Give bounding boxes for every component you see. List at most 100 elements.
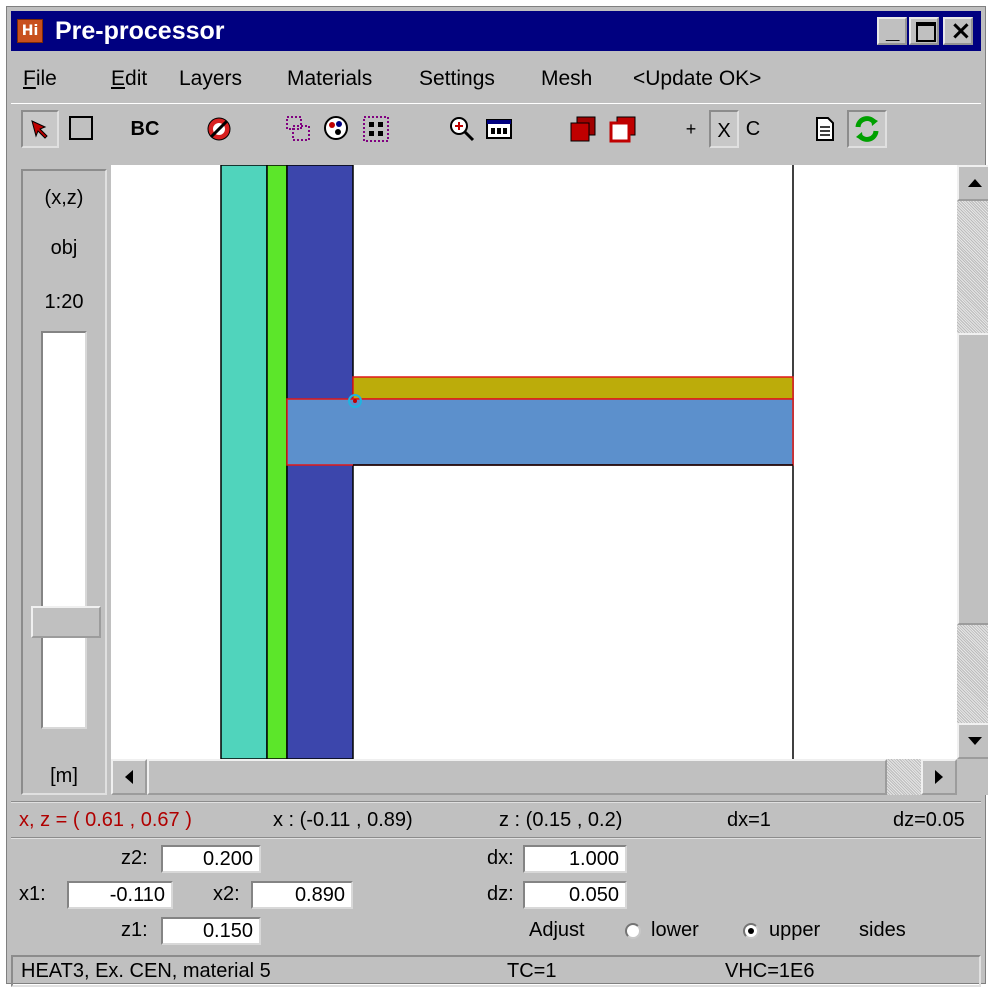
send-back-button[interactable] [605,110,641,148]
menu-edit[interactable]: Edit [111,67,147,91]
z-range: z : (0.15 , 0.2) [499,809,623,831]
select-regions-button[interactable] [281,110,315,148]
menu-file[interactable]: File [23,67,57,91]
menu-settings[interactable]: Settings [419,67,495,91]
refresh-icon [855,116,879,142]
scroll-down-button[interactable] [957,723,988,759]
z1-label: z1: [121,919,148,941]
minimize-icon: _ [886,17,900,44]
dx-field[interactable]: 1.000 [523,845,627,873]
prohibited-icon [207,117,231,141]
bc-button[interactable]: BC [121,110,169,148]
dx-value: dx=1 [727,809,771,831]
add-point-button[interactable]: + [681,110,701,148]
menu-update-ok[interactable]: <Update OK> [633,67,761,91]
scroll-left-button[interactable] [111,759,147,795]
menu-bar: File Edit Layers Materials Settings Mesh… [11,59,981,97]
toolbar: BC + X C [11,103,981,154]
arrow-left-icon [125,770,133,784]
zoom-slider-track[interactable] [41,331,87,729]
x-range: x : (-0.11 , 0.89) [273,809,413,831]
menu-file-label: ile [35,67,57,90]
coords-mode-label[interactable]: (x,z) [23,187,105,210]
view-window-button[interactable] [481,110,517,148]
no-edit-button[interactable] [201,110,237,148]
tc-value: TC=1 [507,960,557,982]
obj-mode-label[interactable]: obj [23,237,105,260]
vertical-scrollbar[interactable] [957,165,988,759]
menu-layers[interactable]: Layers [179,67,242,91]
arrow-right-icon [935,770,943,784]
geometry-drawing[interactable] [111,165,957,759]
vhc-value: VHC=1E6 [725,960,815,982]
material-name: HEAT3, Ex. CEN, material 5 [21,960,271,982]
pre-processor-window: Hi Pre-processor _ × File Edit Layers Ma… [6,6,988,987]
scroll-up-button[interactable] [957,165,988,201]
app-icon[interactable]: Hi [17,19,43,43]
drawing-canvas[interactable] [111,165,957,759]
materials-view-button[interactable] [319,110,353,148]
selected-slab-region[interactable] [286,398,794,466]
grid-points-button[interactable] [359,110,393,148]
lower-label[interactable]: lower [651,919,699,942]
vertical-scroll-thumb[interactable] [957,333,988,625]
olive-floor-layer[interactable] [352,376,794,400]
title-bar[interactable]: Hi Pre-processor _ × [11,11,981,51]
minimize-button[interactable]: _ [877,17,907,45]
rectangle-button[interactable] [63,110,99,148]
maximize-button[interactable] [909,17,939,45]
rectangle-icon [69,116,93,140]
region-edit-fields: z2: 0.200 x1: -0.110 x2: 0.890 z1: 0.150… [11,837,981,955]
upper-radio[interactable] [743,923,759,939]
scale-label: 1:20 [44,291,84,313]
x2-label: x2: [213,883,240,905]
menu-file-mnemonic: F [23,67,36,90]
arrow-down-icon [968,737,982,745]
document-icon [816,117,834,141]
material-info-bar: HEAT3, Ex. CEN, material 5 TC=1 VHC=1E6 [11,955,981,987]
scroll-right-button[interactable] [921,759,957,795]
c-button[interactable]: C [741,110,765,148]
lower-radio[interactable] [625,923,641,939]
x1-field[interactable]: -0.110 [67,881,173,909]
radio-selected-dot [748,928,754,934]
close-button[interactable]: × [943,16,973,46]
z1-field[interactable]: 0.150 [161,917,261,945]
select-arrow-button[interactable] [21,110,59,148]
regions-icon [286,116,310,141]
dz-field[interactable]: 0.050 [523,881,627,909]
z2-field[interactable]: 0.200 [161,845,261,873]
refresh-button[interactable] [847,110,887,148]
node-center [353,399,357,403]
green-wall-layer[interactable] [266,165,288,759]
menu-mesh[interactable]: Mesh [541,67,592,91]
zoom-in-icon [450,117,475,142]
horizontal-scroll-thumb[interactable] [147,759,887,795]
menu-edit-mnemonic: E [111,67,126,90]
arrow-up-icon [968,179,982,187]
dz-value: dz=0.05 [893,809,965,831]
z2-label: z2: [121,847,148,869]
horizontal-scroll-track[interactable] [147,759,921,795]
x-axis-button[interactable]: X [709,110,739,148]
maximize-icon [916,22,936,42]
upper-label[interactable]: upper [769,919,820,942]
dz-label: dz: [487,883,514,905]
horizontal-scrollbar[interactable] [111,759,957,795]
zoom-slider-thumb[interactable] [31,605,101,638]
menu-edit-label: dit [125,67,148,90]
x2-field[interactable]: 0.890 [251,881,353,909]
view-control-panel: (x,z) obj 1:20 [m] [21,169,107,795]
close-icon: × [950,16,972,46]
dx-label: dx: [487,847,514,869]
cursor-coordinates: x, z = ( 0.61 , 0.67 ) [19,809,192,831]
cyan-wall-layer[interactable] [220,165,268,759]
bring-front-button[interactable] [565,110,601,148]
menu-materials[interactable]: Materials [287,67,372,91]
document-button[interactable] [809,110,839,148]
layer-front-icon [570,116,596,142]
layer-back-icon [609,116,636,143]
unit-label: [m] [50,765,78,787]
zoom-button[interactable] [445,110,479,148]
adjust-label: Adjust [529,919,585,941]
